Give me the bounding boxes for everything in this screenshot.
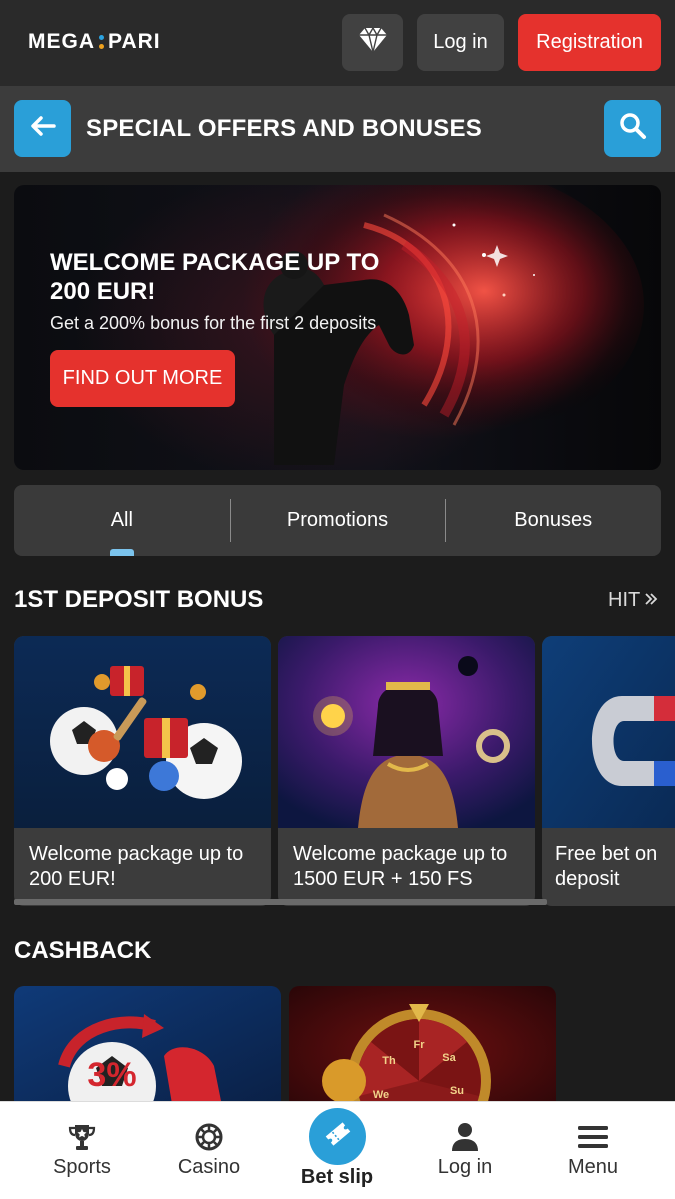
wheel-label: Th xyxy=(382,1055,396,1067)
section-title-cashback: CASHBACK xyxy=(14,937,152,964)
offer-card[interactable]: Welcome package up to 1500 EUR + 150 FS xyxy=(278,636,535,906)
ticket-icon xyxy=(323,1119,353,1154)
nav-label: Menu xyxy=(567,1156,619,1178)
page: MEGA PARI Log in Registration SPECIAL OF… xyxy=(0,0,675,1199)
top-header: MEGA PARI Log in Registration xyxy=(0,0,675,86)
logo-dots xyxy=(99,35,104,49)
registration-button[interactable]: Registration xyxy=(518,14,661,71)
wheel-label: Sa xyxy=(442,1052,456,1064)
hit-link[interactable]: HIT xyxy=(608,589,658,612)
nav-item-login[interactable]: Log in xyxy=(405,1102,525,1199)
back-button[interactable] xyxy=(14,100,71,157)
offer-card[interactable]: Welcome package up to 200 EUR! xyxy=(14,636,271,906)
bet-slip-button[interactable] xyxy=(309,1108,366,1165)
tab-label: All xyxy=(110,509,133,531)
cashback-card[interactable]: 3% xyxy=(14,986,281,1116)
search-icon xyxy=(619,112,647,145)
sports-balls-gifts-image xyxy=(14,636,271,828)
tab-all[interactable]: All xyxy=(14,485,230,556)
tab-promotions[interactable]: Promotions xyxy=(229,485,446,556)
nav-label: Sports xyxy=(53,1156,111,1178)
wheel-label: Fr xyxy=(414,1039,426,1051)
trophy-icon xyxy=(67,1122,97,1152)
casino-chip-icon xyxy=(195,1122,223,1152)
hit-link-label: HIT xyxy=(608,589,641,611)
wheel-label: Su xyxy=(450,1085,464,1097)
egyptian-queen-image xyxy=(278,636,535,828)
hero-banner[interactable]: WELCOME PACKAGE UP TO 200 EUR! Get a 200… xyxy=(14,185,661,470)
offer-card-title: Free bet on deposit xyxy=(555,843,658,890)
nav-label: Casino xyxy=(177,1156,241,1178)
diamond-icon xyxy=(358,26,388,58)
nav-label: Log in xyxy=(437,1156,493,1178)
tab-label: Bonuses xyxy=(514,509,593,531)
offer-card-title: Welcome package up to 200 EUR! xyxy=(29,843,244,890)
offer-card-title: Welcome package up to 1500 EUR + 150 FS xyxy=(293,843,508,890)
page-title-bar: SPECIAL OFFERS AND BONUSES xyxy=(0,86,675,172)
active-tab-indicator xyxy=(109,549,134,556)
cashback-percent-text: 3% xyxy=(87,1056,136,1094)
page-title: SPECIAL OFFERS AND BONUSES xyxy=(86,115,482,142)
nav-item-menu[interactable]: Menu xyxy=(533,1102,653,1199)
wheel-of-fortune-image: Fr Sa Su We Th xyxy=(289,986,556,1116)
cashback-ball-gloves-image: 3% xyxy=(14,986,281,1116)
double-chevron-right-icon xyxy=(644,589,658,612)
offers-filter-tabs: All Promotions Bonuses xyxy=(14,485,661,556)
arrow-left-icon xyxy=(30,115,56,142)
megapari-logo[interactable]: MEGA PARI xyxy=(28,30,161,54)
search-button[interactable] xyxy=(604,100,661,157)
tab-bonuses[interactable]: Bonuses xyxy=(445,485,661,556)
logo-text-left: MEGA xyxy=(28,30,95,53)
user-icon xyxy=(451,1122,479,1152)
vip-button[interactable] xyxy=(342,14,403,71)
hero-title: WELCOME PACKAGE UP TO 200 EUR! xyxy=(50,249,380,305)
find-out-more-button[interactable]: FIND OUT MORE xyxy=(50,350,235,407)
carousel-scrollbar[interactable] xyxy=(14,899,547,905)
login-button[interactable]: Log in xyxy=(417,14,504,71)
deposit-magnet-image xyxy=(542,636,675,828)
nav-item-casino[interactable]: Casino xyxy=(149,1102,269,1199)
offer-card[interactable]: Free bet on deposit xyxy=(542,636,675,906)
menu-icon xyxy=(578,1122,608,1152)
logo-text-right: PARI xyxy=(108,30,161,53)
bet-slip-label: Bet slip xyxy=(300,1166,374,1188)
tab-label: Promotions xyxy=(286,509,389,531)
section-title-first-deposit: 1ST DEPOSIT BONUS xyxy=(14,586,264,613)
cashback-card[interactable]: Fr Sa Su We Th xyxy=(289,986,556,1116)
wheel-label: We xyxy=(373,1089,389,1101)
hero-subtitle: Get a 200% bonus for the first 2 deposit… xyxy=(50,313,377,333)
nav-item-sports[interactable]: Sports xyxy=(22,1102,142,1199)
